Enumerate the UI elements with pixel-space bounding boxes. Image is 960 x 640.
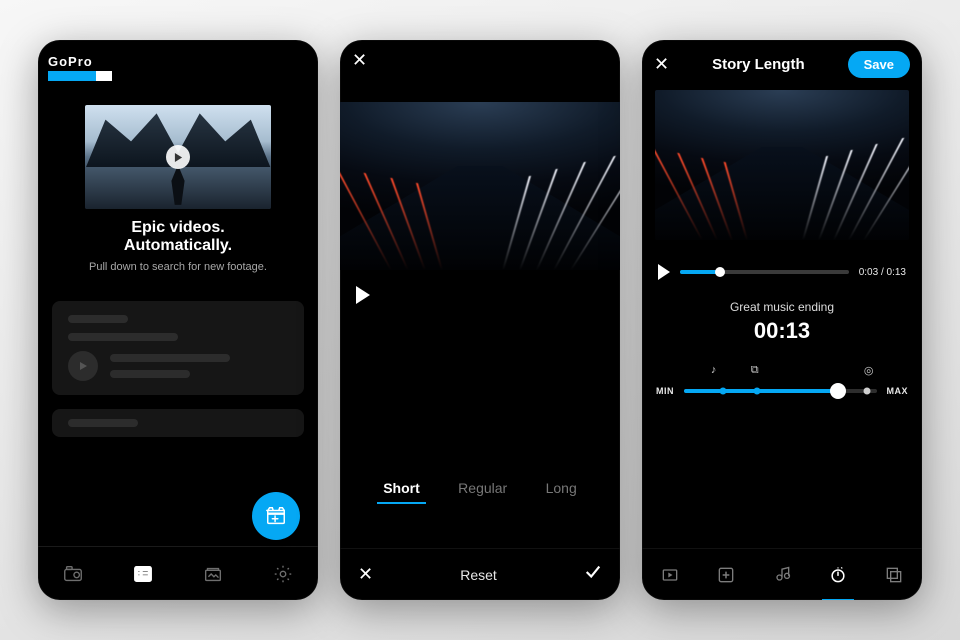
- playback-row: 0:03 / 0:13: [642, 240, 922, 280]
- play-icon: [658, 264, 670, 280]
- min-label: MIN: [656, 386, 674, 396]
- length-option-long[interactable]: Long: [546, 480, 577, 504]
- save-button[interactable]: Save: [848, 51, 910, 78]
- play-icon: [356, 286, 370, 304]
- video-mark-icon: ⧉: [751, 364, 759, 377]
- play-icon: [166, 145, 190, 169]
- max-label: MAX: [887, 386, 909, 396]
- tab-settings[interactable]: [271, 562, 295, 586]
- confirm-button[interactable]: [584, 563, 602, 586]
- tab-feed[interactable]: [131, 562, 155, 586]
- time-display: 0:03 / 0:13: [859, 267, 906, 278]
- cancel-button[interactable]: ✕: [358, 564, 373, 585]
- bottom-bar: ✕ Reset: [340, 548, 620, 600]
- feed-list[interactable]: [38, 281, 318, 546]
- play-placeholder-icon: [68, 351, 98, 381]
- logo-text: GoPro: [48, 54, 308, 69]
- editor-tabbar: [642, 548, 922, 600]
- hero-subtitle: Pull down to search for new footage.: [85, 261, 271, 273]
- preview-video[interactable]: [655, 90, 909, 240]
- length-option-short[interactable]: Short: [383, 480, 420, 504]
- create-video-fab[interactable]: [252, 492, 300, 540]
- hero: Epic videos. Automatically. Pull down to…: [85, 105, 271, 273]
- page-title: Story Length: [712, 56, 805, 73]
- tab-clips[interactable]: [658, 563, 682, 587]
- length-option-regular[interactable]: Regular: [458, 480, 507, 504]
- hero-video-thumbnail[interactable]: [85, 105, 271, 209]
- tab-length[interactable]: [826, 563, 850, 587]
- tab-media[interactable]: [201, 562, 225, 586]
- gopro-logo: GoPro: [38, 40, 318, 87]
- play-button[interactable]: [356, 286, 370, 304]
- bottom-tabbar: [38, 546, 318, 600]
- ending-label: Great music ending: [642, 300, 922, 314]
- header: ✕ Story Length Save: [642, 40, 922, 88]
- reset-button[interactable]: Reset: [460, 567, 497, 583]
- close-button[interactable]: ✕: [352, 50, 367, 71]
- preview-video[interactable]: [340, 102, 620, 270]
- tab-music[interactable]: [770, 563, 794, 587]
- tab-add[interactable]: [714, 563, 738, 587]
- music-note-icon: ♪: [711, 364, 717, 376]
- length-options: Short Regular Long: [340, 480, 620, 504]
- close-button[interactable]: ✕: [654, 54, 669, 75]
- feed-card-placeholder: [52, 409, 304, 437]
- screen-length-picker: ✕ Short Regular Long ✕ Reset: [340, 40, 620, 600]
- screen-story-length: ✕ Story Length Save 0:03 / 0:13 Great mu…: [642, 40, 922, 600]
- social-mark-icon: ◎: [864, 364, 874, 377]
- length-slider-row: MIN MAX: [656, 386, 908, 396]
- length-slider[interactable]: [684, 389, 877, 393]
- screen-home: GoPro Epic videos. Automatically. Pull d…: [38, 40, 318, 600]
- logo-squares: [48, 71, 308, 81]
- tab-camera[interactable]: [61, 562, 85, 586]
- tab-layout[interactable]: [882, 563, 906, 587]
- play-button[interactable]: [658, 264, 670, 280]
- hero-title: Epic videos. Automatically.: [85, 219, 271, 255]
- feed-card-placeholder: [52, 301, 304, 395]
- slider-marks: ♪ ⧉ ◎: [668, 364, 896, 382]
- duration-block: Great music ending 00:13: [642, 300, 922, 344]
- duration-value: 00:13: [642, 318, 922, 344]
- scrubber[interactable]: [680, 270, 849, 274]
